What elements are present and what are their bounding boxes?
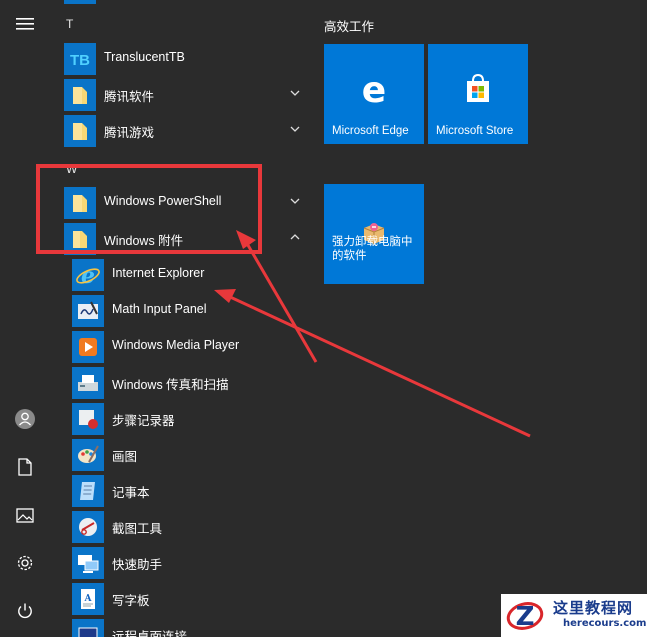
letter-header-w[interactable]: W [66,162,77,176]
svg-text:TB: TB [70,52,90,69]
translucenttb-icon: TB [64,43,96,75]
app-item-label: Internet Explorer [112,266,205,280]
app-item-label: Windows Media Player [112,338,240,352]
app-item-math-input-panel[interactable]: Math Input Panel [50,293,312,329]
paint-icon [72,439,104,471]
app-item-snipping-tool[interactable]: 截图工具 [50,509,312,545]
tile-microsoft-edge[interactable]: e Microsoft Edge [324,44,424,144]
chevron-down-icon [290,198,300,204]
app-item-label: 画图 [112,450,138,464]
chevron-down-icon [290,90,300,96]
app-item-fax-and-scan[interactable]: Windows 传真和扫描 [50,365,312,401]
svg-text:Z: Z [516,602,535,632]
internet-explorer-icon: e [72,259,104,291]
app-item-label: 步骤记录器 [112,414,175,428]
tile-uninstall-tool[interactable]: 强力卸载电脑中的软件 [324,184,424,284]
app-item-label: 截图工具 [112,522,163,536]
svg-text:e: e [362,72,386,106]
svg-text:A: A [84,594,93,604]
tile-microsoft-store[interactable]: Microsoft Store [428,44,528,144]
app-item-label: Windows 附件 [104,234,184,248]
documents-icon[interactable] [9,451,41,483]
power-icon[interactable] [9,595,41,627]
app-item-label: 写字板 [112,594,150,608]
app-item-label: 快速助手 [112,558,163,572]
notepad-icon [72,475,104,507]
math-input-panel-icon [72,295,104,327]
app-item-label: Math Input Panel [112,302,207,316]
folder-icon [64,79,96,111]
folder-icon [64,187,96,219]
quick-assist-icon [72,547,104,579]
chevron-up-icon [290,234,300,240]
tile-label: Microsoft Edge [332,125,409,137]
pinned-tiles-area: 高效工作 e Microsoft Edge Microsoft Store 强力… [312,0,647,637]
folder-icon [64,115,96,147]
remote-desktop-icon [72,619,104,637]
start-left-rail [0,0,50,637]
app-folder-windows-accessories[interactable]: Windows 附件 [50,221,312,257]
hamburger-menu-icon[interactable] [9,8,41,40]
app-item-remote-desktop[interactable]: 远程桌面连接 [50,617,312,637]
watermark-title: 这里教程网 [553,599,634,617]
app-item-paint[interactable]: 画图 [50,437,312,473]
app-folder-tencent-software[interactable]: 腾讯软件 [50,77,312,113]
app-folder-windows-powershell[interactable]: Windows PowerShell [50,185,312,221]
tile-label: Microsoft Store [436,125,514,137]
app-item-quick-assist[interactable]: 快速助手 [50,545,312,581]
steps-recorder-icon [72,403,104,435]
app-item-notepad[interactable]: 记事本 [50,473,312,509]
app-item-translucenttb[interactable]: TB TranslucentTB [50,41,312,77]
app-folder-tencent-games[interactable]: 腾讯游戏 [50,113,312,149]
wordpad-icon: A [72,583,104,615]
app-item-wordpad[interactable]: A 写字板 [50,581,312,617]
app-item-label: 记事本 [112,486,150,500]
app-item-label: 腾讯软件 [104,90,155,104]
snipping-tool-icon [72,511,104,543]
app-item-label: 腾讯游戏 [104,126,155,140]
app-item-internet-explorer[interactable]: e Internet Explorer [50,257,312,293]
app-item-label: 远程桌面连接 [112,630,188,637]
app-item-label: Windows 传真和扫描 [112,378,229,392]
app-list: T TB TranslucentTB 腾讯软件 腾讯游戏 W Windows P… [50,0,312,637]
folder-open-icon [64,223,96,255]
site-watermark: Z 这里教程网 herecours.com [501,594,647,637]
pictures-icon[interactable] [9,499,41,531]
media-player-icon [72,331,104,363]
store-icon [428,72,528,106]
tile-group-title[interactable]: 高效工作 [324,16,374,35]
user-avatar-icon[interactable] [9,403,41,435]
app-item-steps-recorder[interactable]: 步骤记录器 [50,401,312,437]
app-item-label: TranslucentTB [104,50,185,64]
fax-scan-icon [72,367,104,399]
chevron-down-icon [290,126,300,132]
letter-header-t[interactable]: T [66,17,73,31]
svg-text:e: e [81,263,95,288]
watermark-logo-icon: Z [506,602,544,632]
settings-gear-icon[interactable] [9,547,41,579]
edge-icon: e [324,72,424,106]
app-item-windows-media-player[interactable]: Windows Media Player [50,329,312,365]
app-list-scroll-top-item [64,0,96,4]
app-item-label: Windows PowerShell [104,194,222,208]
tile-label: 强力卸载电脑中的软件 [332,236,413,262]
watermark-url: herecours.com [563,618,647,629]
